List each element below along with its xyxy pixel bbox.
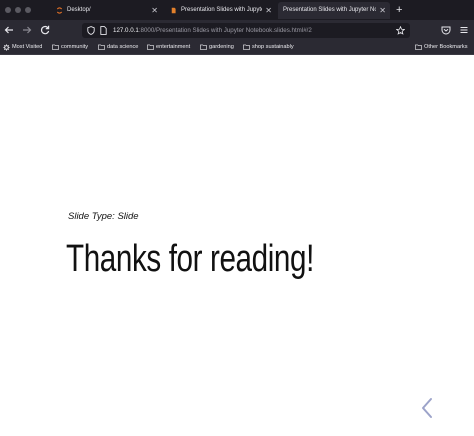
bookmark-other-bookmarks[interactable]: Other Bookmarks: [415, 41, 468, 54]
bookmarks-bar: Most Visited community data science ente…: [0, 41, 474, 55]
tab-label: Presentation Slides with Jupyter Noteboo…: [283, 7, 376, 13]
close-tab-icon[interactable]: ✕: [379, 2, 386, 19]
tab-bar: Desktop/ ✕ Presentation Slides with Jupy…: [0, 0, 474, 20]
slide-viewport: Slide Type: Slide Thanks for reading!: [0, 55, 474, 436]
page-icon[interactable]: [100, 26, 107, 35]
slide-type-label: Slide Type: Slide: [68, 211, 139, 222]
folder-icon: [415, 44, 422, 50]
shield-icon[interactable]: [87, 26, 95, 35]
bookmark-label: Other Bookmarks: [424, 44, 468, 50]
jupyter-icon: [56, 7, 63, 14]
url-path: :8000/Presentation Slides with Jupyter N…: [138, 27, 312, 34]
folder-icon: [52, 44, 59, 50]
folder-icon: [243, 44, 250, 50]
bookmark-label: gardening: [209, 44, 234, 50]
bookmark-community[interactable]: community: [52, 41, 88, 54]
url-bar[interactable]: 127.0.0.1:8000/Presentation Slides with …: [82, 23, 410, 38]
back-arrow-icon[interactable]: [3, 24, 15, 36]
tab-presentation-slides[interactable]: Presentation Slides with Jupyter ✕: [164, 2, 276, 19]
url-host: 127.0.0.1: [113, 27, 139, 34]
bookmark-label: community: [61, 44, 89, 50]
maximize-window-dot[interactable]: [25, 7, 31, 13]
close-tab-icon[interactable]: ✕: [265, 2, 272, 19]
forward-arrow-icon[interactable]: [21, 24, 33, 36]
pocket-icon[interactable]: [441, 25, 451, 35]
bookmark-label: shop sustainably: [252, 44, 294, 50]
url-text: 127.0.0.1:8000/Presentation Slides with …: [113, 23, 312, 38]
navigation-bar: 127.0.0.1:8000/Presentation Slides with …: [0, 20, 474, 41]
bookmark-entertainment[interactable]: entertainment: [147, 41, 190, 54]
bookmark-label: data science: [107, 44, 139, 50]
document-icon: [171, 7, 176, 14]
tab-label: Desktop/: [67, 7, 91, 13]
bookmark-shop-sustainably[interactable]: shop sustainably: [243, 41, 294, 54]
tab-presentation-slides-active[interactable]: Presentation Slides with Jupyter Noteboo…: [278, 2, 390, 19]
bookmark-star-icon[interactable]: [396, 26, 405, 35]
folder-icon: [147, 44, 154, 50]
bookmark-gardening[interactable]: gardening: [200, 41, 234, 54]
folder-icon: [98, 44, 105, 50]
folder-icon: [200, 44, 207, 50]
tab-label: Presentation Slides with Jupyter: [181, 7, 262, 13]
close-window-dot[interactable]: [5, 7, 11, 13]
minimize-window-dot[interactable]: [15, 7, 21, 13]
new-tab-button[interactable]: +: [396, 2, 402, 18]
bookmark-most-visited[interactable]: Most Visited: [3, 41, 42, 54]
menu-icon[interactable]: [459, 25, 469, 35]
slide-title: Thanks for reading!: [66, 238, 314, 280]
bookmark-label: Most Visited: [12, 44, 43, 50]
gear-icon: [3, 44, 10, 51]
bookmark-label: entertainment: [156, 44, 191, 50]
reload-icon[interactable]: [39, 24, 51, 36]
tab-desktop[interactable]: Desktop/ ✕: [50, 2, 162, 19]
previous-slide-arrow-icon[interactable]: [420, 397, 434, 419]
bookmark-data-science[interactable]: data science: [98, 41, 138, 54]
close-tab-icon[interactable]: ✕: [151, 2, 158, 19]
